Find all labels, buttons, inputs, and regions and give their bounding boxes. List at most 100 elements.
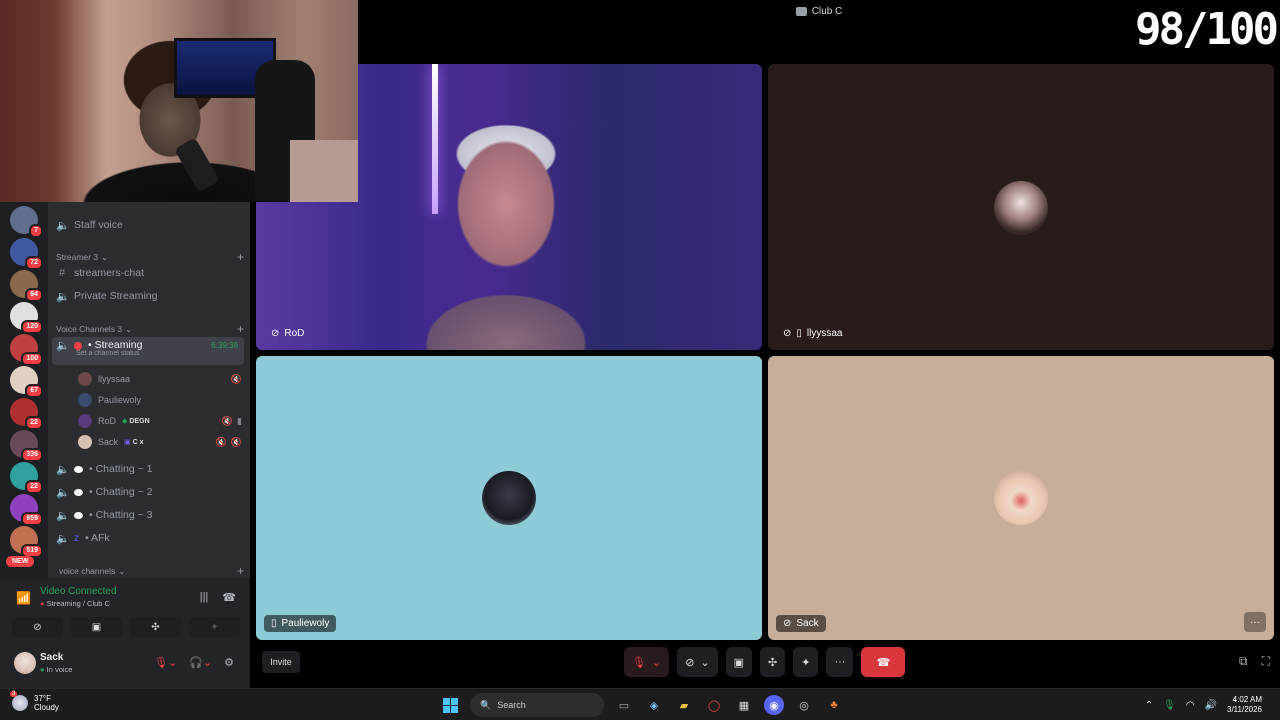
server-icon[interactable]: 100 bbox=[10, 334, 43, 366]
category-voice-channels-lower[interactable]: voice channels ⌄ + bbox=[56, 564, 244, 578]
system-tray: ⌃ 🎙 ◠ 🔊 4:02 AM 3/11/2026 bbox=[1145, 695, 1262, 715]
noise-suppression-icon[interactable]: ||| bbox=[200, 591, 209, 604]
channel-staff-voice[interactable]: 🔈 Staff voice bbox=[56, 216, 244, 234]
channel-label: • Chatting ~ 3 bbox=[89, 509, 153, 521]
screen-share-icon: ▣ bbox=[733, 656, 745, 669]
channel-chatting-1[interactable]: 🔈 • Chatting ~ 1 bbox=[56, 460, 244, 478]
voice-member[interactable]: Sack ▣ C x 🔇 🔇 bbox=[78, 434, 242, 450]
invite-button[interactable]: Invite bbox=[262, 651, 300, 673]
voice-member[interactable]: Pauliewoly bbox=[78, 392, 242, 408]
category-voice-channels[interactable]: Voice Channels 3 ⌄ + bbox=[56, 322, 244, 336]
mention-badge: 72 bbox=[25, 256, 43, 270]
mention-badge: 22 bbox=[25, 416, 43, 430]
user-panel-controls: 🎙⌄ 🎧⌄ ⚙ bbox=[154, 656, 234, 669]
mute-button[interactable]: 🎙 ⌄ bbox=[624, 647, 670, 677]
taskbar-search[interactable]: 🔍 Search bbox=[470, 693, 604, 717]
server-icon[interactable]: 94 bbox=[10, 270, 43, 302]
clock-date: 3/11/2026 bbox=[1227, 705, 1262, 714]
server-icon[interactable]: 22 bbox=[10, 398, 43, 430]
add-channel-icon[interactable]: + bbox=[237, 250, 244, 264]
channel-label: • Chatting ~ 2 bbox=[89, 486, 153, 498]
avatar bbox=[994, 471, 1048, 525]
discord-icon[interactable]: ◉ bbox=[764, 695, 784, 715]
deafen-icon[interactable]: 🎧⌄ bbox=[189, 656, 212, 669]
video-tile-pauliewoly[interactable]: ▯ Pauliewoly bbox=[256, 356, 762, 640]
server-icon[interactable]: 7 bbox=[10, 206, 43, 238]
soundboard-button[interactable]: ✦ bbox=[793, 647, 819, 677]
server-icon[interactable]: 519 bbox=[10, 526, 43, 558]
add-channel-icon[interactable]: + bbox=[237, 322, 244, 336]
wifi-icon[interactable]: ◠ bbox=[1186, 700, 1195, 711]
live-dot-icon: ● bbox=[40, 599, 45, 608]
disconnect-icon[interactable]: ☎ bbox=[222, 591, 236, 604]
activities-button[interactable]: ✣ bbox=[760, 647, 786, 677]
video-tile-sack[interactable]: ⊘ Sack ··· bbox=[768, 356, 1274, 640]
mic-muted-icon: 🎙 bbox=[632, 656, 646, 669]
voice-status-subtitle[interactable]: ● Streaming / Club C bbox=[40, 599, 110, 608]
server-icon[interactable]: 959 bbox=[10, 494, 43, 526]
more-button[interactable]: ··· bbox=[826, 647, 854, 677]
user-status: ● In voice bbox=[40, 665, 72, 674]
channel-status-prompt[interactable]: Set a channel status bbox=[76, 350, 139, 357]
start-button[interactable] bbox=[440, 695, 460, 715]
hash-icon: # bbox=[58, 267, 66, 279]
popout-icon[interactable]: ⧉ bbox=[1239, 654, 1248, 669]
server-icon[interactable]: 67 bbox=[10, 366, 43, 398]
channel-private-streaming[interactable]: 🔈 Private Streaming bbox=[56, 287, 244, 305]
volume-icon[interactable]: 🔊 bbox=[1205, 700, 1217, 711]
channel-afk[interactable]: 🔈 z • AFk bbox=[56, 529, 244, 547]
channel-chatting-2[interactable]: 🔈 • Chatting ~ 2 bbox=[56, 483, 244, 501]
new-unreads-badge[interactable]: NEW bbox=[6, 556, 35, 567]
signal-icon[interactable]: 📶 bbox=[16, 591, 31, 605]
camera-toggle-button[interactable]: ⊘ ⌄ bbox=[677, 647, 718, 677]
channel-streamers-chat[interactable]: # streamers-chat bbox=[56, 264, 244, 282]
channel-streaming-active[interactable]: 🔈 • Streaming 6:39:39 Set a channel stat… bbox=[52, 337, 244, 365]
avatar[interactable] bbox=[14, 652, 36, 674]
screen-share-button[interactable]: ▣ bbox=[725, 647, 753, 677]
phone-icon: ▯ bbox=[796, 328, 802, 339]
server-icon[interactable]: 336 bbox=[10, 430, 43, 462]
camera-off-button[interactable]: ⊘ bbox=[12, 617, 63, 637]
weather-temp: 37°F bbox=[34, 694, 51, 703]
microphone-icon[interactable]: 🎙 bbox=[1163, 700, 1176, 711]
voice-member[interactable]: llyyssaa 🔇 bbox=[78, 371, 242, 387]
server-icon[interactable]: 120 bbox=[10, 302, 43, 334]
weather-widget[interactable]: 3 37°F Cloudy bbox=[10, 691, 59, 712]
obs-icon[interactable]: ◎ bbox=[794, 695, 814, 715]
file-explorer-icon[interactable]: ▰ bbox=[674, 695, 694, 715]
chevron-up-icon[interactable]: ⌃ bbox=[1145, 700, 1153, 711]
server-icon[interactable]: 72 bbox=[10, 238, 43, 270]
deafened-icon: 🔇 bbox=[230, 373, 242, 384]
fl-studio-icon[interactable]: ♣ bbox=[824, 695, 844, 715]
tile-name: Sack bbox=[796, 618, 819, 629]
gear-icon[interactable]: ⚙ bbox=[224, 656, 234, 669]
avatar bbox=[994, 181, 1048, 235]
server-icon[interactable]: 22 bbox=[10, 462, 43, 494]
video-tile-llyyssaa[interactable]: ⊘ ▯ llyyssaa bbox=[768, 64, 1274, 350]
copilot-icon[interactable]: ◈ bbox=[644, 695, 664, 715]
activities-icon: ✣ bbox=[151, 621, 160, 633]
add-channel-icon[interactable]: + bbox=[237, 564, 244, 578]
more-options-button[interactable]: ··· bbox=[1244, 612, 1266, 632]
user-name[interactable]: Sack bbox=[40, 652, 63, 663]
hang-up-button[interactable]: ☎ bbox=[861, 647, 906, 677]
video-icon: ▮ bbox=[237, 415, 242, 426]
chevron-down-icon: ⌄ bbox=[700, 656, 710, 669]
mic-muted-icon[interactable]: 🎙⌄ bbox=[154, 656, 177, 669]
clock[interactable]: 4:02 AM 3/11/2026 bbox=[1227, 695, 1262, 715]
task-view-icon[interactable]: ▭ bbox=[614, 695, 634, 715]
voice-member[interactable]: RoD ◆ DEGN 🔇 ▮ bbox=[78, 413, 242, 429]
channel-chatting-3[interactable]: 🔈 • Chatting ~ 3 bbox=[56, 506, 244, 524]
fullscreen-icon[interactable]: ⛶ bbox=[1262, 654, 1270, 669]
store-icon[interactable]: ▦ bbox=[734, 695, 754, 715]
screen-share-icon: ▣ bbox=[91, 621, 102, 633]
member-name: RoD bbox=[98, 416, 117, 426]
member-status-icons: 🔇 🔇 bbox=[216, 437, 242, 448]
opera-icon[interactable]: ◯ bbox=[704, 695, 724, 715]
screen-share-button[interactable]: ▣ bbox=[71, 617, 122, 637]
voice-status-title: Video Connected bbox=[40, 586, 117, 597]
soundboard-button[interactable]: ✦ bbox=[189, 617, 240, 637]
category-streamer[interactable]: Streamer 3 ⌄ + bbox=[56, 250, 244, 264]
more-icon: ··· bbox=[834, 656, 846, 668]
activities-button[interactable]: ✣ bbox=[130, 617, 181, 637]
